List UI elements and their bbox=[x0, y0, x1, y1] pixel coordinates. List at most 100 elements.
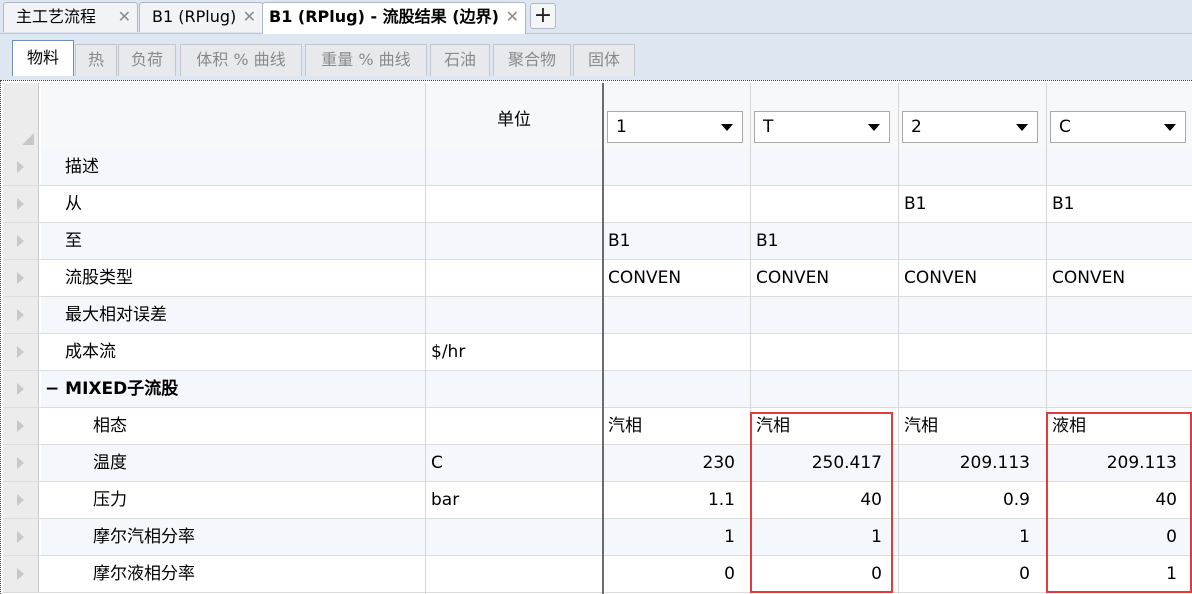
row-expand-icon[interactable] bbox=[3, 482, 39, 519]
value-cell[interactable]: 液相 bbox=[1052, 408, 1177, 445]
tab-weight-curve[interactable]: 重量 % 曲线 bbox=[305, 44, 427, 76]
value-cell[interactable]: 0.9 bbox=[904, 482, 1030, 519]
value-cell[interactable] bbox=[1052, 371, 1177, 408]
value-cell[interactable]: B1 bbox=[1052, 186, 1177, 223]
value-cell[interactable] bbox=[1052, 297, 1177, 334]
row-expand-icon[interactable] bbox=[3, 519, 39, 556]
value-cell[interactable] bbox=[756, 186, 882, 223]
stream-results-grid: 单位 1 T 2 C 描述从 B1 B1 至 B1 B1 流股类型 CONVEN CONVEN C… bbox=[0, 80, 1192, 594]
doc-tab-stream-results[interactable]: B1 (RPlug) - 流股结果 (边界) ✕ bbox=[262, 2, 526, 34]
value-cell[interactable] bbox=[1052, 223, 1177, 260]
close-icon[interactable]: ✕ bbox=[506, 3, 519, 31]
unit-cell[interactable] bbox=[431, 519, 599, 556]
unit-cell[interactable] bbox=[431, 297, 599, 334]
unit-cell[interactable] bbox=[431, 223, 599, 260]
value-cell[interactable]: B1 bbox=[756, 223, 882, 260]
value-cell[interactable] bbox=[608, 371, 735, 408]
grid-corner[interactable] bbox=[3, 83, 39, 149]
value-cell[interactable]: CONVEN bbox=[1052, 260, 1177, 297]
stream-select-2[interactable]: 2 bbox=[902, 111, 1038, 143]
value-cell[interactable] bbox=[904, 149, 1030, 186]
stream-select-c[interactable]: C bbox=[1050, 111, 1186, 143]
value-cell[interactable]: 0 bbox=[1052, 519, 1177, 556]
value-cell[interactable]: 1 bbox=[756, 519, 882, 556]
row-expand-icon[interactable] bbox=[3, 445, 39, 482]
value-cell[interactable]: 0 bbox=[608, 556, 735, 593]
row-expand-icon[interactable] bbox=[3, 260, 39, 297]
tab-polymer[interactable]: 聚合物 bbox=[493, 44, 571, 76]
value-cell[interactable]: 汽相 bbox=[608, 408, 735, 445]
row-expand-icon[interactable] bbox=[3, 334, 39, 371]
tab-solids[interactable]: 固体 bbox=[573, 44, 635, 76]
unit-cell[interactable] bbox=[431, 371, 599, 408]
tab-volume-curve[interactable]: 体积 % 曲线 bbox=[180, 44, 302, 76]
value-cell[interactable]: 250.417 bbox=[756, 445, 882, 482]
value-cell[interactable] bbox=[1052, 334, 1177, 371]
row-expand-icon[interactable] bbox=[3, 186, 39, 223]
value-cell[interactable] bbox=[904, 223, 1030, 260]
value-cell[interactable] bbox=[756, 149, 882, 186]
row-expand-icon[interactable] bbox=[3, 371, 39, 408]
value-cell[interactable]: 209.113 bbox=[1052, 445, 1177, 482]
close-icon[interactable]: ✕ bbox=[243, 3, 256, 31]
results-tab-strip: 物料 热 负荷 体积 % 曲线 重量 % 曲线 石油 聚合物 固体 bbox=[0, 34, 1192, 80]
stream-select-1[interactable]: 1 bbox=[607, 111, 743, 143]
value-cell[interactable]: CONVEN bbox=[756, 260, 882, 297]
value-cell[interactable]: 209.113 bbox=[904, 445, 1030, 482]
value-cell[interactable]: 1.1 bbox=[608, 482, 735, 519]
value-cell[interactable]: 1 bbox=[904, 519, 1030, 556]
grid-column-divider bbox=[898, 83, 899, 594]
stream-select-t[interactable]: T bbox=[754, 111, 890, 143]
value-cell[interactable] bbox=[904, 371, 1030, 408]
value-cell[interactable]: 0 bbox=[904, 556, 1030, 593]
doc-tab-main-flowsheet[interactable]: 主工艺流程 ✕ bbox=[3, 2, 138, 32]
tab-petroleum[interactable]: 石油 bbox=[430, 44, 490, 76]
unit-cell[interactable] bbox=[431, 556, 599, 593]
value-cell[interactable]: 汽相 bbox=[756, 408, 882, 445]
row-label[interactable]: − MIXED子流股 bbox=[45, 371, 415, 408]
value-cell[interactable]: 1 bbox=[608, 519, 735, 556]
unit-cell[interactable] bbox=[431, 186, 599, 223]
row-expand-icon[interactable] bbox=[3, 408, 39, 445]
close-icon[interactable]: ✕ bbox=[118, 3, 131, 31]
value-cell[interactable]: CONVEN bbox=[608, 260, 735, 297]
unit-cell[interactable] bbox=[431, 260, 599, 297]
row-label: 温度 bbox=[93, 453, 127, 473]
unit-cell[interactable]: bar bbox=[431, 482, 599, 519]
doc-tab-b1-rplug[interactable]: B1 (RPlug) ✕ bbox=[139, 2, 263, 32]
value-cell[interactable]: 汽相 bbox=[904, 408, 1030, 445]
row-expand-icon[interactable] bbox=[3, 149, 39, 186]
value-cell[interactable] bbox=[608, 186, 735, 223]
value-cell[interactable] bbox=[1052, 149, 1177, 186]
value-cell[interactable]: 1 bbox=[1052, 556, 1177, 593]
value-cell[interactable] bbox=[756, 334, 882, 371]
value-cell[interactable]: 0 bbox=[756, 556, 882, 593]
tab-material[interactable]: 物料 bbox=[12, 40, 74, 76]
value-cell[interactable]: CONVEN bbox=[904, 260, 1030, 297]
unit-cell[interactable]: $/hr bbox=[431, 334, 599, 371]
tab-duty[interactable]: 负荷 bbox=[118, 44, 176, 76]
add-tab-icon[interactable]: + bbox=[530, 3, 556, 29]
row-expand-icon[interactable] bbox=[3, 297, 39, 334]
unit-cell[interactable] bbox=[431, 408, 599, 445]
value-cell[interactable] bbox=[608, 149, 735, 186]
chevron-down-icon bbox=[868, 124, 880, 131]
value-cell[interactable] bbox=[904, 334, 1030, 371]
value-cell[interactable] bbox=[756, 371, 882, 408]
tab-heat[interactable]: 热 bbox=[75, 44, 117, 76]
value-cell[interactable]: B1 bbox=[608, 223, 735, 260]
unit-cell[interactable] bbox=[431, 149, 599, 186]
row-expand-icon[interactable] bbox=[3, 556, 39, 593]
value-cell[interactable]: 40 bbox=[756, 482, 882, 519]
value-cell[interactable] bbox=[756, 297, 882, 334]
value-cell[interactable]: B1 bbox=[904, 186, 1030, 223]
row-expand-icon[interactable] bbox=[3, 223, 39, 260]
value-cell[interactable]: 40 bbox=[1052, 482, 1177, 519]
value-cell[interactable] bbox=[608, 334, 735, 371]
value-cell[interactable]: 230 bbox=[608, 445, 735, 482]
chevron-down-icon bbox=[1164, 124, 1176, 131]
value-cell[interactable] bbox=[608, 297, 735, 334]
value-cell[interactable] bbox=[904, 297, 1030, 334]
unit-cell[interactable]: C bbox=[431, 445, 599, 482]
collapse-icon[interactable]: − bbox=[45, 379, 59, 399]
